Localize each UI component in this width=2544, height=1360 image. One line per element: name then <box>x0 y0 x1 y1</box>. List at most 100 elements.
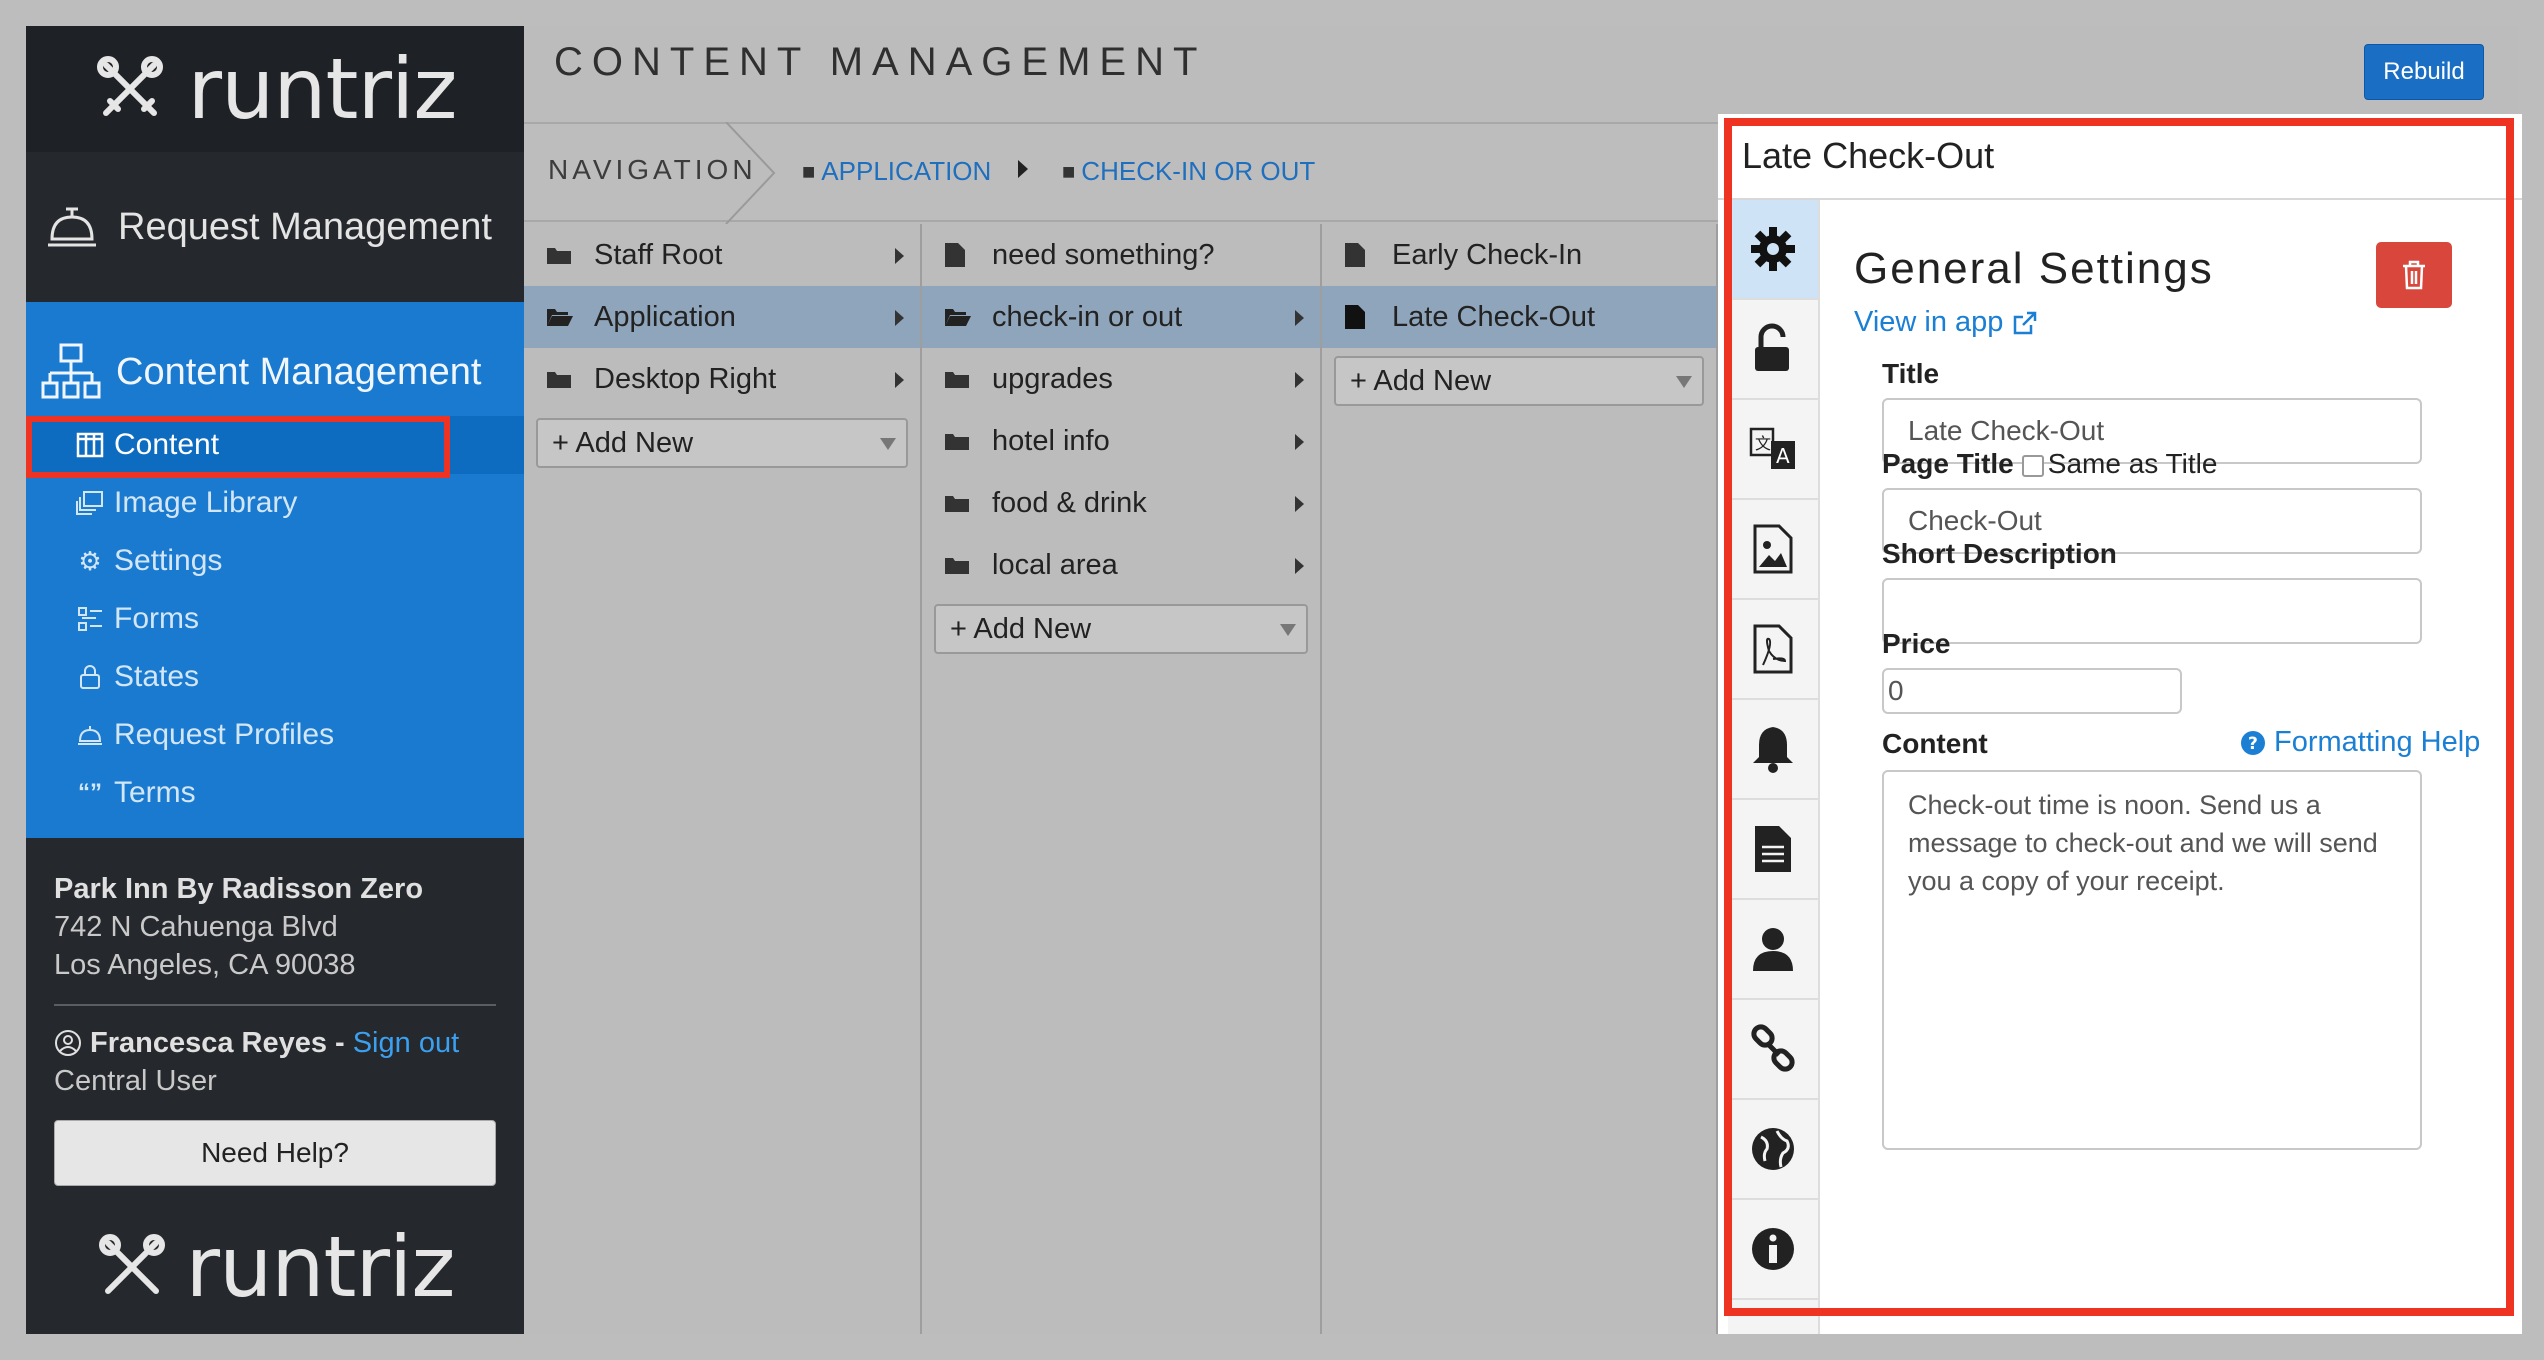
sidebar-item-settings[interactable]: ⚙ Settings <box>26 532 524 590</box>
list-item[interactable]: Staff Root <box>524 224 920 286</box>
tree-column-2: need something? check-in or out upgrades… <box>922 224 1322 1334</box>
list-item[interactable]: food & drink <box>922 472 1320 534</box>
chevron-down-icon <box>1676 376 1692 388</box>
section-title: General Settings <box>1854 244 2214 293</box>
svg-text:?: ? <box>2248 734 2258 754</box>
tab-info[interactable] <box>1728 1200 1818 1300</box>
folder-open-icon <box>944 307 974 327</box>
list-item[interactable]: need something? <box>922 224 1320 286</box>
document-icon <box>1755 826 1791 872</box>
page-title-label-row: Page Title Same as Title <box>1882 448 2217 480</box>
tab-image[interactable] <box>1728 500 1818 600</box>
list-item[interactable]: Application <box>524 286 920 348</box>
nav-request-management[interactable]: Request Management <box>26 152 524 302</box>
short-description-field[interactable] <box>1882 578 2422 644</box>
content-highlight-frame <box>26 416 450 478</box>
sidebar-item-terms[interactable]: “” Terms <box>26 764 524 822</box>
tab-permissions[interactable] <box>1728 300 1818 400</box>
bell-icon <box>1753 727 1793 773</box>
brand-name: runtriz <box>185 1218 456 1316</box>
list-item-label: Staff Root <box>594 238 723 271</box>
user-info: Francesca Reyes - Sign out <box>54 1024 524 1062</box>
chevron-down-icon <box>1280 624 1296 636</box>
nav-content-management[interactable]: Content Management <box>26 302 524 416</box>
list-item[interactable]: upgrades <box>922 348 1320 410</box>
tab-notifications[interactable] <box>1728 700 1818 800</box>
info-icon <box>1752 1228 1794 1270</box>
title-label: Title <box>1882 358 1940 389</box>
sidebar-item-image-library[interactable]: Image Library <box>26 474 524 532</box>
add-new-label: + Add New <box>950 612 1092 645</box>
sidebar-item-states[interactable]: States <box>26 648 524 706</box>
list-item[interactable]: local area <box>922 534 1320 596</box>
tree-column-3: Early Check-In Late Check-Out + Add New <box>1322 224 1718 1334</box>
nav-content-management-label: Content Management <box>116 350 482 393</box>
file-icon <box>1344 304 1374 330</box>
pdf-file-icon <box>1753 624 1793 674</box>
add-new-dropdown[interactable]: + Add New <box>536 418 908 468</box>
file-icon <box>944 242 974 268</box>
breadcrumb-label: CHECK-IN OR OUT <box>1081 156 1316 186</box>
list-item-label: hotel info <box>992 424 1110 457</box>
breadcrumb-item-application[interactable]: ■ APPLICATION <box>802 156 991 187</box>
sidebar-item-forms[interactable]: Forms <box>26 590 524 648</box>
tab-translations[interactable]: 文A <box>1728 400 1818 500</box>
caret-right-icon <box>895 248 904 264</box>
unlock-icon <box>1755 323 1789 371</box>
sidebar-item-label: Image Library <box>114 486 298 519</box>
list-item-label: Desktop Right <box>594 362 777 395</box>
rebuild-button[interactable]: Rebuild <box>2364 44 2484 100</box>
list-item-label: Application <box>594 300 736 333</box>
list-item-label: upgrades <box>992 362 1113 395</box>
list-item[interactable]: check-in or out <box>922 286 1320 348</box>
sign-out-link[interactable]: Sign out <box>353 1024 459 1062</box>
caret-right-icon <box>1018 160 1028 178</box>
list-item[interactable]: Early Check-In <box>1322 224 1716 286</box>
nav-request-management-label: Request Management <box>118 205 492 248</box>
panel-side-tabs: 文A <box>1728 200 1820 1334</box>
tab-general-settings[interactable] <box>1728 200 1818 300</box>
form-icon <box>74 603 106 635</box>
same-as-title-checkbox[interactable] <box>2021 454 2044 477</box>
footer-logo: runtriz <box>26 1212 524 1322</box>
tab-links[interactable] <box>1728 1000 1818 1100</box>
folder-icon <box>944 555 974 575</box>
hotel-address-line2: Los Angeles, CA 90038 <box>54 949 356 981</box>
brand-logo[interactable]: runtriz <box>26 26 524 152</box>
caret-right-icon <box>1295 434 1304 450</box>
gear-icon: ⚙ <box>78 545 102 576</box>
page-title-label: Page Title <box>1882 448 2014 479</box>
content-textarea[interactable]: Check-out time is noon. Send us a messag… <box>1882 770 2422 1150</box>
price-field[interactable]: 0 <box>1882 668 2182 714</box>
user-role: Central User <box>54 1065 217 1097</box>
tab-globe[interactable] <box>1728 1100 1818 1200</box>
images-icon <box>74 487 106 519</box>
formatting-help-link[interactable]: ? Formatting Help <box>2240 726 2480 759</box>
list-item[interactable]: Late Check-Out <box>1322 286 1716 348</box>
caret-right-icon <box>895 372 904 388</box>
tab-user[interactable] <box>1728 900 1818 1000</box>
list-item-label: local area <box>992 548 1118 581</box>
user-icon <box>1753 928 1793 971</box>
view-in-app-label: View in app <box>1854 306 2004 338</box>
sitemap-icon <box>41 343 101 399</box>
list-item[interactable]: hotel info <box>922 410 1320 472</box>
user-circle-icon <box>55 1030 81 1056</box>
hotel-address-line1: 742 N Cahuenga Blvd <box>54 911 338 943</box>
view-in-app-link[interactable]: View in app <box>1854 306 2039 339</box>
add-new-dropdown[interactable]: + Add New <box>934 604 1308 654</box>
chevron-right-icon <box>725 122 776 224</box>
tab-document[interactable] <box>1728 800 1818 900</box>
breadcrumb-item-check-in-or-out[interactable]: ■ CHECK-IN OR OUT <box>1062 156 1315 187</box>
svg-text:文: 文 <box>1755 434 1771 453</box>
sidebar-item-request-profiles[interactable]: Request Profiles <box>26 706 524 764</box>
delete-button[interactable] <box>2376 242 2452 308</box>
content-submenu: Content Image Library ⚙ Settings Forms S… <box>26 416 524 822</box>
list-item[interactable]: Desktop Right <box>524 348 920 410</box>
add-new-dropdown[interactable]: + Add New <box>1334 356 1704 406</box>
folder-icon <box>944 369 974 389</box>
list-item-label: Early Check-In <box>1392 238 1583 271</box>
need-help-button[interactable]: Need Help? <box>54 1120 496 1186</box>
page-title: CONTENT MANAGEMENT <box>554 40 1207 84</box>
tab-pdf[interactable] <box>1728 600 1818 700</box>
